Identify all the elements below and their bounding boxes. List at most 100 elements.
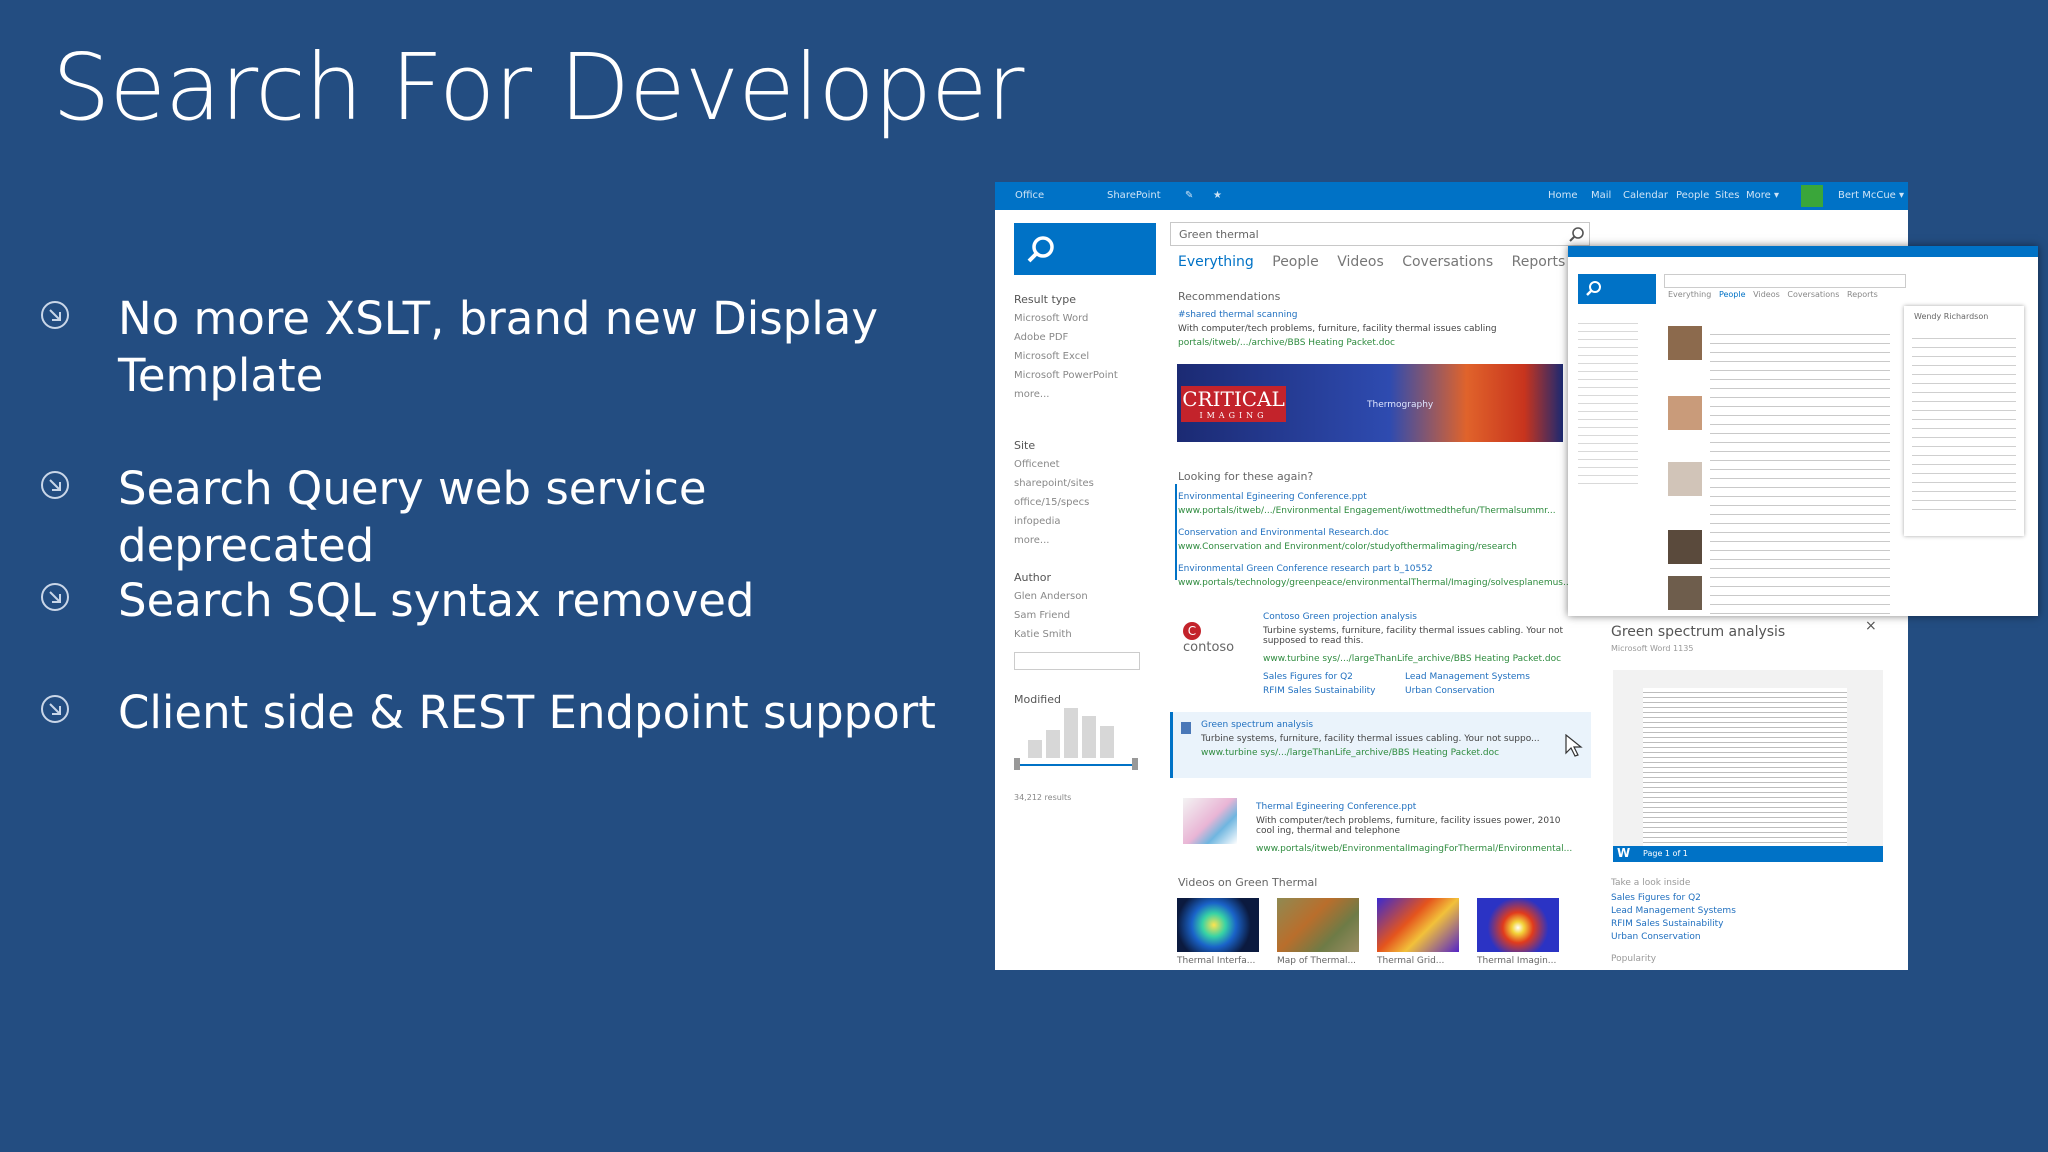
search-button-icon[interactable] <box>1569 227 1585 243</box>
result-url[interactable]: www.portals/itweb/.../Environmental Enga… <box>1178 506 1556 516</box>
avatar <box>1668 462 1702 496</box>
promoted-banner[interactable]: CRITICAL IMAGING Thermography <box>1177 364 1563 442</box>
result-url[interactable]: www.portals/technology/greenpeace/enviro… <box>1178 578 1572 588</box>
document-page <box>1643 688 1847 848</box>
sharepoint-link[interactable]: SharePoint <box>1107 190 1161 201</box>
deep-link[interactable]: RFIM Sales Sustainability <box>1263 686 1375 696</box>
mini-search-input[interactable] <box>1664 274 1906 288</box>
mini-search-tile <box>1578 274 1656 304</box>
deep-link[interactable]: RFIM Sales Sustainability <box>1611 918 1736 931</box>
refiner-item[interactable]: more... <box>1014 385 1118 404</box>
close-icon[interactable]: × <box>1865 618 1877 634</box>
nav-home[interactable]: Home <box>1548 190 1578 201</box>
video-caption[interactable]: Map of Thermal... <box>1277 956 1356 966</box>
search-logo-tile <box>1014 223 1156 275</box>
video-caption[interactable]: Thermal Imagin... <box>1477 956 1556 966</box>
tab-conversations[interactable]: Coversations <box>1402 254 1493 270</box>
video-thumbnail[interactable] <box>1177 898 1259 952</box>
refiner-item[interactable]: Glen Anderson <box>1014 587 1088 606</box>
people-search-window: Everything People Videos Coversations Re… <box>1568 246 2038 616</box>
result-url[interactable]: portals/itweb/.../archive/BBS Heating Pa… <box>1178 338 1395 348</box>
video-thumbnail[interactable] <box>1277 898 1359 952</box>
refiner-item[interactable]: infopedia <box>1014 512 1094 531</box>
user-menu[interactable]: Bert McCue ▾ <box>1838 190 1904 201</box>
follow-star-icon[interactable]: ★ <box>1213 190 1222 201</box>
tab-people[interactable]: People <box>1272 254 1319 270</box>
tab-everything[interactable]: Everything <box>1668 290 1711 299</box>
avatar <box>1668 576 1702 610</box>
refiner-site: Site Officenet sharepoint/sites office/1… <box>1014 436 1094 550</box>
person-details <box>1912 330 2016 510</box>
author-filter-input[interactable] <box>1014 652 1140 670</box>
result-link[interactable]: #shared thermal scanning <box>1178 310 1298 320</box>
tab-everything[interactable]: Everything <box>1178 254 1254 270</box>
search-icon <box>1027 236 1054 263</box>
result-count: 34,212 results <box>1014 793 1072 802</box>
people-results[interactable] <box>1710 326 1890 616</box>
result-url[interactable]: www.portals/itweb/EnvironmentalImagingFo… <box>1256 844 1572 854</box>
tab-people[interactable]: People <box>1719 290 1746 299</box>
refiner-item[interactable]: Microsoft Word <box>1014 309 1118 328</box>
people-refiners <box>1578 316 1638 486</box>
nav-calendar[interactable]: Calendar <box>1623 190 1668 201</box>
nav-mail[interactable]: Mail <box>1591 190 1611 201</box>
deep-link[interactable]: Lead Management Systems <box>1405 672 1530 682</box>
office-link[interactable]: Office <box>1015 190 1044 201</box>
video-caption[interactable]: Thermal Interfa... <box>1177 956 1255 966</box>
tab-reports[interactable]: Reports <box>1847 290 1878 299</box>
result-link[interactable]: Green spectrum analysis <box>1201 720 1313 730</box>
video-thumbnail[interactable] <box>1377 898 1459 952</box>
refiner-item[interactable]: Microsoft PowerPoint <box>1014 366 1118 385</box>
result-desc: With computer/tech problems, furniture, … <box>1178 324 1497 334</box>
result-link[interactable]: Environmental Green Conference research … <box>1178 564 1433 574</box>
tab-conversations[interactable]: Coversations <box>1787 290 1839 299</box>
result-link[interactable]: Conservation and Environmental Research.… <box>1178 528 1389 538</box>
looking-again-bar <box>1175 484 1177 580</box>
status-square <box>1801 185 1823 207</box>
avatar <box>1668 396 1702 430</box>
nav-people[interactable]: People <box>1676 190 1709 201</box>
recommendations-heading: Recommendations <box>1178 290 1281 303</box>
suite-bar: Office SharePoint ✎ ★ Home Mail Calendar… <box>995 182 1908 210</box>
look-inside-heading: Take a look inside <box>1611 878 1691 888</box>
bullet-text: No more XSLT, brand new Display Template <box>118 292 878 402</box>
result-link[interactable]: Thermal Egineering Conference.ppt <box>1256 802 1416 812</box>
deep-link[interactable]: Lead Management Systems <box>1611 905 1736 918</box>
result-link[interactable]: Contoso Green projection analysis <box>1263 612 1417 622</box>
deep-link[interactable]: Urban Conservation <box>1405 686 1495 696</box>
refiner-item[interactable]: Katie Smith <box>1014 625 1088 644</box>
result-url[interactable]: www.Conservation and Environment/color/s… <box>1178 542 1517 552</box>
arrow-circle-icon <box>41 471 69 499</box>
edit-icon[interactable]: ✎ <box>1185 190 1193 201</box>
search-icon <box>1586 281 1601 296</box>
result-link[interactable]: Environmental Egineering Conference.ppt <box>1178 492 1367 502</box>
video-thumbnail[interactable] <box>1477 898 1559 952</box>
mini-verticals: Everything People Videos Coversations Re… <box>1668 290 1878 299</box>
tab-videos[interactable]: Videos <box>1753 290 1780 299</box>
arrow-circle-icon <box>41 301 69 329</box>
refiner-item[interactable]: sharepoint/sites <box>1014 474 1094 493</box>
result-url[interactable]: www.turbine sys/.../largeThanLife_archiv… <box>1263 654 1561 664</box>
tab-reports[interactable]: Reports <box>1512 254 1566 270</box>
refiner-item[interactable]: Adobe PDF <box>1014 328 1118 347</box>
nav-sites[interactable]: Sites <box>1715 190 1739 201</box>
word-icon: W <box>1617 846 1631 860</box>
refiner-item[interactable]: Microsoft Excel <box>1014 347 1118 366</box>
videos-heading: Videos on Green Thermal <box>1178 876 1318 889</box>
search-input[interactable]: Green thermal <box>1170 222 1590 246</box>
refiner-item[interactable]: office/15/specs <box>1014 493 1094 512</box>
refiner-item[interactable]: more... <box>1014 531 1094 550</box>
page-indicator: Page 1 of 1 <box>1643 849 1688 858</box>
nav-more[interactable]: More ▾ <box>1746 190 1779 201</box>
deep-link[interactable]: Sales Figures for Q2 <box>1263 672 1353 682</box>
deep-link[interactable]: Urban Conservation <box>1611 931 1736 944</box>
refiner-item[interactable]: Sam Friend <box>1014 606 1088 625</box>
result-url[interactable]: www.turbine sys/.../largeThanLife_archiv… <box>1201 748 1499 758</box>
video-caption[interactable]: Thermal Grid... <box>1377 956 1444 966</box>
tab-videos[interactable]: Videos <box>1337 254 1384 270</box>
refiner-item[interactable]: Officenet <box>1014 455 1094 474</box>
deep-link[interactable]: Sales Figures for Q2 <box>1611 892 1736 905</box>
modified-histogram[interactable] <box>1014 706 1138 770</box>
avatar <box>1668 326 1702 360</box>
document-preview[interactable] <box>1613 670 1883 860</box>
